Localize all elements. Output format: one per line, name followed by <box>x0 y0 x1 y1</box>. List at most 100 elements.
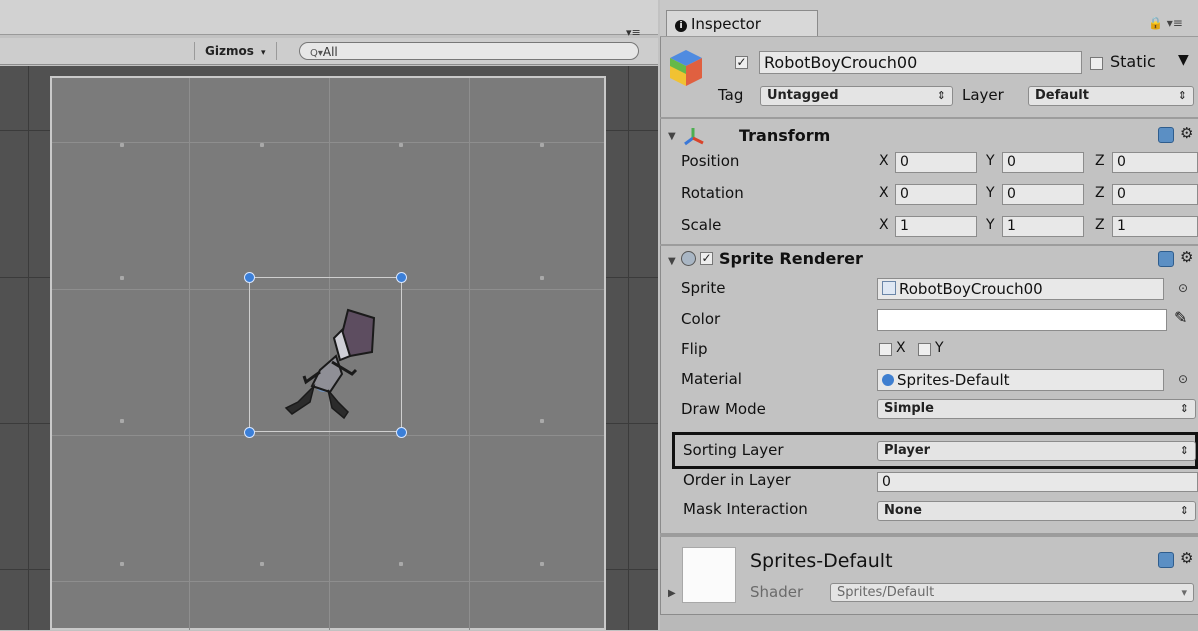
inspector-bottom-bar <box>660 614 1198 631</box>
position-z-field[interactable]: 0 <box>1112 152 1198 173</box>
help-icon[interactable] <box>1158 127 1174 143</box>
scale-y-field[interactable]: 1 <box>1002 216 1084 237</box>
resize-handle-top-left[interactable] <box>244 272 255 283</box>
gizmos-label: Gizmos <box>205 44 254 58</box>
axis-y-label: Y <box>986 185 995 201</box>
position-y-field[interactable]: 0 <box>1002 152 1084 173</box>
grid-dot <box>399 562 403 566</box>
tag-value: Untagged <box>767 88 839 103</box>
flip-x-label: X <box>896 340 906 356</box>
divider <box>660 244 1198 246</box>
gear-icon[interactable]: ⚙ <box>1180 549 1193 567</box>
grid-dot <box>120 419 124 423</box>
sprite-renderer-icon <box>681 251 696 266</box>
rotation-z-field[interactable]: 0 <box>1112 184 1198 205</box>
gear-icon[interactable]: ⚙ <box>1180 124 1193 142</box>
lock-icon[interactable]: 🔒 ▾≡ <box>1148 16 1183 30</box>
grid-line <box>52 435 604 436</box>
scale-z-field[interactable]: 1 <box>1112 216 1198 237</box>
axis-x-label: X <box>879 217 889 233</box>
static-dropdown-arrow[interactable]: ▼ <box>1178 52 1189 68</box>
robot-boy-sprite <box>284 308 376 420</box>
grid-dot <box>260 562 264 566</box>
updown-arrows-icon: ⇕ <box>1179 444 1189 457</box>
scene-search-input[interactable]: Q▾All <box>299 42 639 60</box>
draw-mode-value: Simple <box>884 401 934 416</box>
grid-dot <box>120 562 124 566</box>
gear-icon[interactable]: ⚙ <box>1180 248 1193 266</box>
axis-x-label: X <box>879 185 889 201</box>
search-icon: Q▾ <box>310 48 323 59</box>
material-field[interactable]: Sprites-Default <box>877 369 1164 391</box>
sprite-asset-icon <box>882 281 896 295</box>
resize-handle-top-right[interactable] <box>396 272 407 283</box>
layer-value: Default <box>1035 88 1089 103</box>
material-preview <box>682 547 736 603</box>
scene-header-strip <box>0 0 658 35</box>
object-picker-icon[interactable]: ⊙ <box>1178 281 1188 295</box>
grid-dot <box>540 276 544 280</box>
grid-line <box>52 142 604 143</box>
flip-x-checkbox[interactable] <box>879 343 892 356</box>
material-name: Sprites-Default <box>750 550 893 572</box>
rotation-label: Rotation <box>681 184 744 202</box>
divider <box>660 117 1198 119</box>
position-label: Position <box>681 152 740 170</box>
mask-interaction-dropdown[interactable]: None ⇕ <box>877 501 1196 521</box>
layer-dropdown[interactable]: Default ⇕ <box>1028 86 1194 106</box>
mask-interaction-label: Mask Interaction <box>683 500 808 518</box>
search-placeholder: All <box>322 45 338 59</box>
eyedropper-icon[interactable]: ✎ <box>1174 308 1187 327</box>
foldout-arrow-icon[interactable]: ▼ <box>668 131 676 142</box>
order-in-layer-field[interactable]: 0 <box>877 472 1198 492</box>
chevron-down-icon: ▾ <box>261 48 266 58</box>
flip-y-checkbox[interactable] <box>918 343 931 356</box>
flip-label: Flip <box>681 340 708 358</box>
updown-arrows-icon: ⇕ <box>1177 89 1187 102</box>
axis-x-label: X <box>879 153 889 169</box>
rotation-x-field[interactable]: 0 <box>895 184 977 205</box>
draw-mode-dropdown[interactable]: Simple ⇕ <box>877 399 1196 419</box>
foldout-arrow-icon[interactable]: ▼ <box>668 256 676 267</box>
rotation-y-field[interactable]: 0 <box>1002 184 1084 205</box>
sprite-renderer-title: Sprite Renderer <box>719 249 863 268</box>
active-checkbox[interactable]: ✓ <box>735 56 748 69</box>
info-icon: i <box>675 20 687 32</box>
mask-interaction-value: None <box>884 503 922 518</box>
color-label: Color <box>681 310 721 328</box>
tab-inspector[interactable]: i Inspector <box>666 10 818 36</box>
resize-handle-bottom-left[interactable] <box>244 427 255 438</box>
sorting-layer-dropdown[interactable]: Player ⇕ <box>877 441 1196 461</box>
resize-handle-bottom-right[interactable] <box>396 427 407 438</box>
axis-y-label: Y <box>986 217 995 233</box>
grid-dot <box>399 143 403 147</box>
sprite-renderer-enabled-checkbox[interactable]: ✓ <box>700 252 713 265</box>
sorting-layer-value: Player <box>884 443 931 458</box>
grid-dot <box>540 419 544 423</box>
gizmos-dropdown[interactable]: Gizmos ▾ <box>194 42 277 60</box>
help-icon[interactable] <box>1158 552 1174 568</box>
sprite-value: RobotBoyCrouch00 <box>899 280 1043 298</box>
tag-label: Tag <box>718 86 744 104</box>
tag-dropdown[interactable]: Untagged ⇕ <box>760 86 953 106</box>
shader-dropdown[interactable]: Sprites/Default ▾ <box>830 583 1194 602</box>
grid-line <box>189 78 190 630</box>
grid-line <box>628 66 629 630</box>
grid-dot <box>120 143 124 147</box>
sprite-label: Sprite <box>681 279 726 297</box>
grid-dot <box>260 143 264 147</box>
help-icon[interactable] <box>1158 251 1174 267</box>
scale-label: Scale <box>681 216 722 234</box>
color-swatch[interactable] <box>877 309 1167 331</box>
static-checkbox[interactable] <box>1090 57 1103 70</box>
flip-y-label: Y <box>935 340 944 356</box>
foldout-arrow-icon[interactable]: ▶ <box>668 588 676 599</box>
sprite-field[interactable]: RobotBoyCrouch00 <box>877 278 1164 300</box>
shader-value: Sprites/Default <box>837 585 935 600</box>
object-name-field[interactable]: RobotBoyCrouch00 <box>759 51 1082 74</box>
position-x-field[interactable]: 0 <box>895 152 977 173</box>
axis-z-label: Z <box>1095 153 1105 169</box>
object-picker-icon[interactable]: ⊙ <box>1178 372 1188 386</box>
axis-y-label: Y <box>986 153 995 169</box>
scale-x-field[interactable]: 1 <box>895 216 977 237</box>
